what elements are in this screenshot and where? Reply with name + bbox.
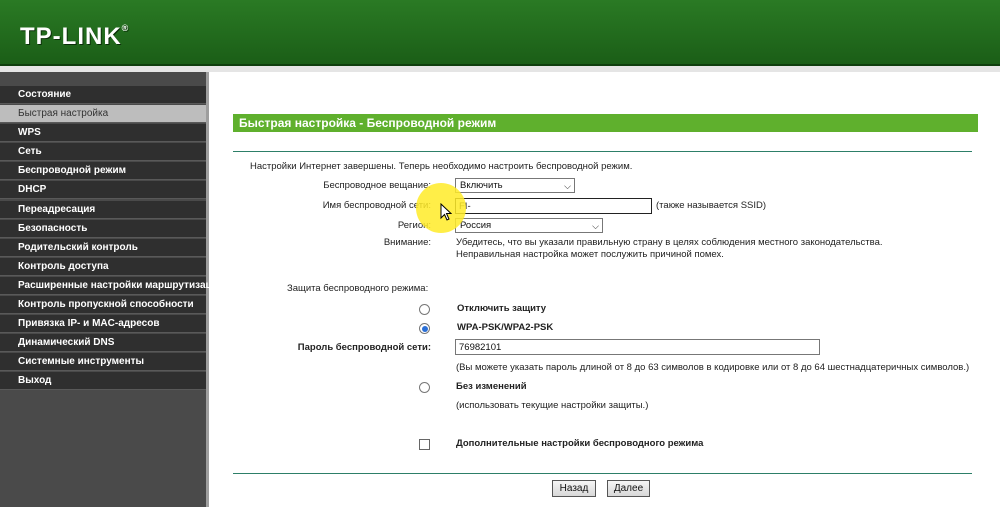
sidebar-item-status[interactable]: Состояние [0,86,206,104]
warning-text-2: Неправильная настройка может послужить п… [456,249,724,260]
sidebar-item-system-tools[interactable]: Системные инструменты [0,353,206,372]
sidebar-item-security[interactable]: Безопасность [0,219,206,238]
mouse-cursor-icon [440,202,453,226]
password-hint: (Вы можете указать пароль длиной от 8 до… [456,362,970,373]
ssid-input[interactable]: FI- [455,198,652,214]
sidebar-item-parental-control[interactable]: Родительский контроль [0,238,206,257]
warning-text-1: Убедитесь, что вы указали правильную стр… [456,237,883,248]
password-label: Пароль беспроводной сети: [297,342,431,353]
region-select[interactable]: Россия ⌵ [455,218,603,233]
ssid-hint: (также называется SSID) [656,200,767,211]
chevron-down-icon: ⌵ [592,221,599,231]
security-nochange-label: Без изменений [456,381,527,392]
sidebar-item-access-control[interactable]: Контроль доступа [0,257,206,276]
chevron-down-icon: ⌵ [564,181,571,191]
tp-link-logo: TP-LINK® [20,23,130,50]
sidebar-item-ip-mac-binding[interactable]: Привязка IP- и MAC-адресов [0,315,206,334]
advanced-settings-checkbox[interactable] [419,439,430,450]
nochange-hint: (использовать текущие настройки защиты.) [456,400,649,411]
ssid-label: Имя беспроводной сети: [322,200,431,211]
back-button[interactable]: Назад [552,480,596,497]
security-off-label: Отключить защиту [457,303,547,314]
header-banner: TP-LINK® [0,0,1000,66]
intro-text: Настройки Интернет завершены. Теперь нео… [250,161,633,172]
broadcast-select[interactable]: Включить ⌵ [455,178,575,193]
page-title: Быстрая настройка - Беспроводной режим [233,114,978,132]
sidebar-item-advanced-routing[interactable]: Расширенные настройки маршрутизации [0,276,224,295]
warning-label: Внимание: [383,237,431,248]
sidebar-item-forwarding[interactable]: Переадресация [0,200,206,219]
sidebar-item-network[interactable]: Сеть [0,143,206,162]
security-wpa-label: WPA-PSK/WPA2-PSK [457,322,554,333]
main-content: Быстрая настройка - Беспроводной режим Н… [209,72,1000,507]
divider-top [233,151,972,152]
security-label: Защита беспроводного режима: [287,283,429,294]
sidebar-item-ddns[interactable]: Динамический DNS [0,334,206,353]
security-off-radio[interactable] [419,304,430,315]
broadcast-label: Беспроводное вещание: [323,180,431,191]
advanced-settings-label: Дополнительные настройки беспроводного р… [456,438,704,449]
sidebar-item-bandwidth-control[interactable]: Контроль пропускной способности [0,296,206,315]
security-nochange-radio[interactable] [419,382,430,393]
sidebar-item-quick-setup[interactable]: Быстрая настройка [0,105,206,124]
sidebar-item-dhcp[interactable]: DHCP [0,181,206,200]
security-wpa-radio[interactable] [419,323,430,334]
sidebar-item-logout[interactable]: Выход [0,372,206,391]
sidebar-item-wireless[interactable]: Беспроводной режим [0,162,206,181]
password-input[interactable]: 76982101 [455,339,820,355]
divider-bottom [233,473,972,474]
next-button[interactable]: Далее [607,480,650,497]
sidebar-item-wps[interactable]: WPS [0,124,206,143]
sidebar-menu: Состояние Быстрая настройка WPS Сеть Бес… [0,72,224,507]
